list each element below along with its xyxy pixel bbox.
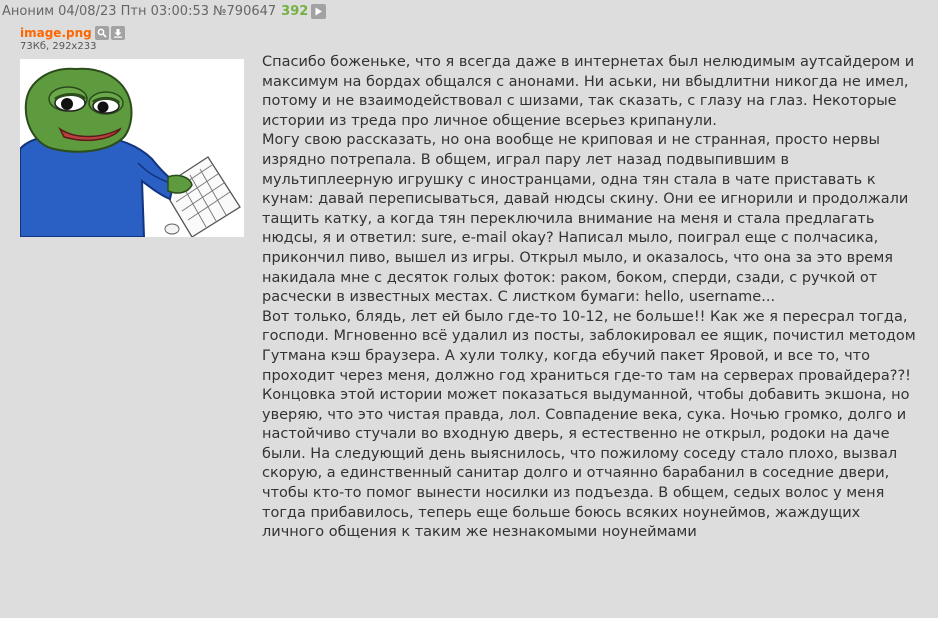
message-line: нюдсы, я и ответил: sure, e-mail okay? Н… [262,230,879,247]
file-name-link[interactable]: image.png [20,26,92,40]
message-line: чтобы кто-то помог вынести носилки из по… [262,485,885,502]
download-icon [113,28,122,38]
message-line: Концовка этой истории может показаться в… [262,387,910,404]
message-line: максимум на бордах общался с анонами. Ни… [262,73,909,90]
message-line: мультиплеерную игрушку с иностранцами, о… [262,171,876,188]
message-line: настойчиво стучали во входную дверь, я е… [262,426,890,443]
message-line: расчески в известных местах. С листком б… [262,289,776,306]
post: Аноним 04/08/23 Птн 03:00:53 №790647 392… [0,0,938,618]
message-line: накидала мне с десяток голых фоток: рако… [262,269,878,286]
message-line: Гутмана кэш браузера. А хули толку, когд… [262,347,870,364]
message-line: уверяю, что это чистая правда, лол. Совп… [262,406,907,423]
file-meta: 73Кб, 292x233 [20,41,97,52]
pepe-frog-image [20,59,244,237]
message-line: истории из треда про личное общение всер… [262,112,717,129]
message-line: Вот только, блядь, лет ей было где-то 10… [262,308,908,325]
message-line: кунам: давай переписываться, давай нюдсы… [262,191,909,208]
post-image-thumbnail[interactable] [20,59,244,237]
post-number[interactable]: №790647 [213,4,276,19]
message-line: изрядно потрепала. В общем, играл пару л… [262,151,790,168]
file-info: image.png 73Кб, 292x233 [20,25,127,52]
message-line: личного общения к таким же незнакомыми н… [262,524,697,541]
play-icon [315,7,323,15]
message-line: прикончил пиво, вышел из игры. Открыл мы… [262,249,894,266]
search-icon [97,28,107,38]
message-line: господи. Мгновенно всё удалил из посты, … [262,328,916,345]
message-line: проходит через меня, должно год хранитьс… [262,367,911,384]
post-author: Аноним [2,3,55,19]
post-replies-count[interactable]: 392 [281,4,308,19]
message-line: тащить катку, а когда тян переключила вн… [262,210,875,227]
message-line: скорую, а единственный санитар долго и о… [262,465,890,482]
post-header: Аноним 04/08/23 Птн 03:00:53 №790647 392 [2,2,327,20]
post-message: Спасибо боженьке, что я всегда даже в ин… [262,53,932,543]
message-line: потому и не взаимодействовал с шизами, т… [262,93,897,110]
message-line: были. На следующий день выяснилось, что … [262,445,898,462]
post-date: 04/08/23 Птн 03:00:53 [58,3,209,19]
message-line: Спасибо боженьке, что я всегда даже в ин… [262,54,915,70]
download-button[interactable] [110,25,125,40]
message-line: Могу свою рассказать, но она вообще не к… [262,132,881,149]
expand-thread-button[interactable] [311,3,327,19]
message-line: тогда прибавилось, теперь еще больше бою… [262,504,861,521]
image-search-button[interactable] [94,25,109,40]
